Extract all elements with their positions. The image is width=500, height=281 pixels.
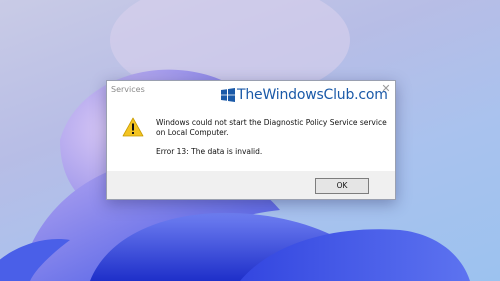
watermark: TheWindowsClub.com	[221, 87, 388, 103]
message-area: Windows could not start the Diagnostic P…	[156, 118, 391, 157]
dialog-footer: OK	[107, 171, 395, 199]
error-detail: Error 13: The data is invalid.	[156, 147, 263, 156]
windows-logo-icon	[221, 88, 235, 102]
ok-button[interactable]: OK	[315, 178, 369, 194]
warning-icon	[122, 117, 144, 137]
watermark-text: TheWindowsClub.com	[237, 87, 388, 103]
dialog-title: Services	[111, 85, 145, 94]
desktop: Services ✕ TheWindowsClub.com Windows co…	[0, 0, 500, 281]
error-dialog: Services ✕ TheWindowsClub.com Windows co…	[106, 80, 396, 200]
error-message: Windows could not start the Diagnostic P…	[156, 118, 387, 137]
